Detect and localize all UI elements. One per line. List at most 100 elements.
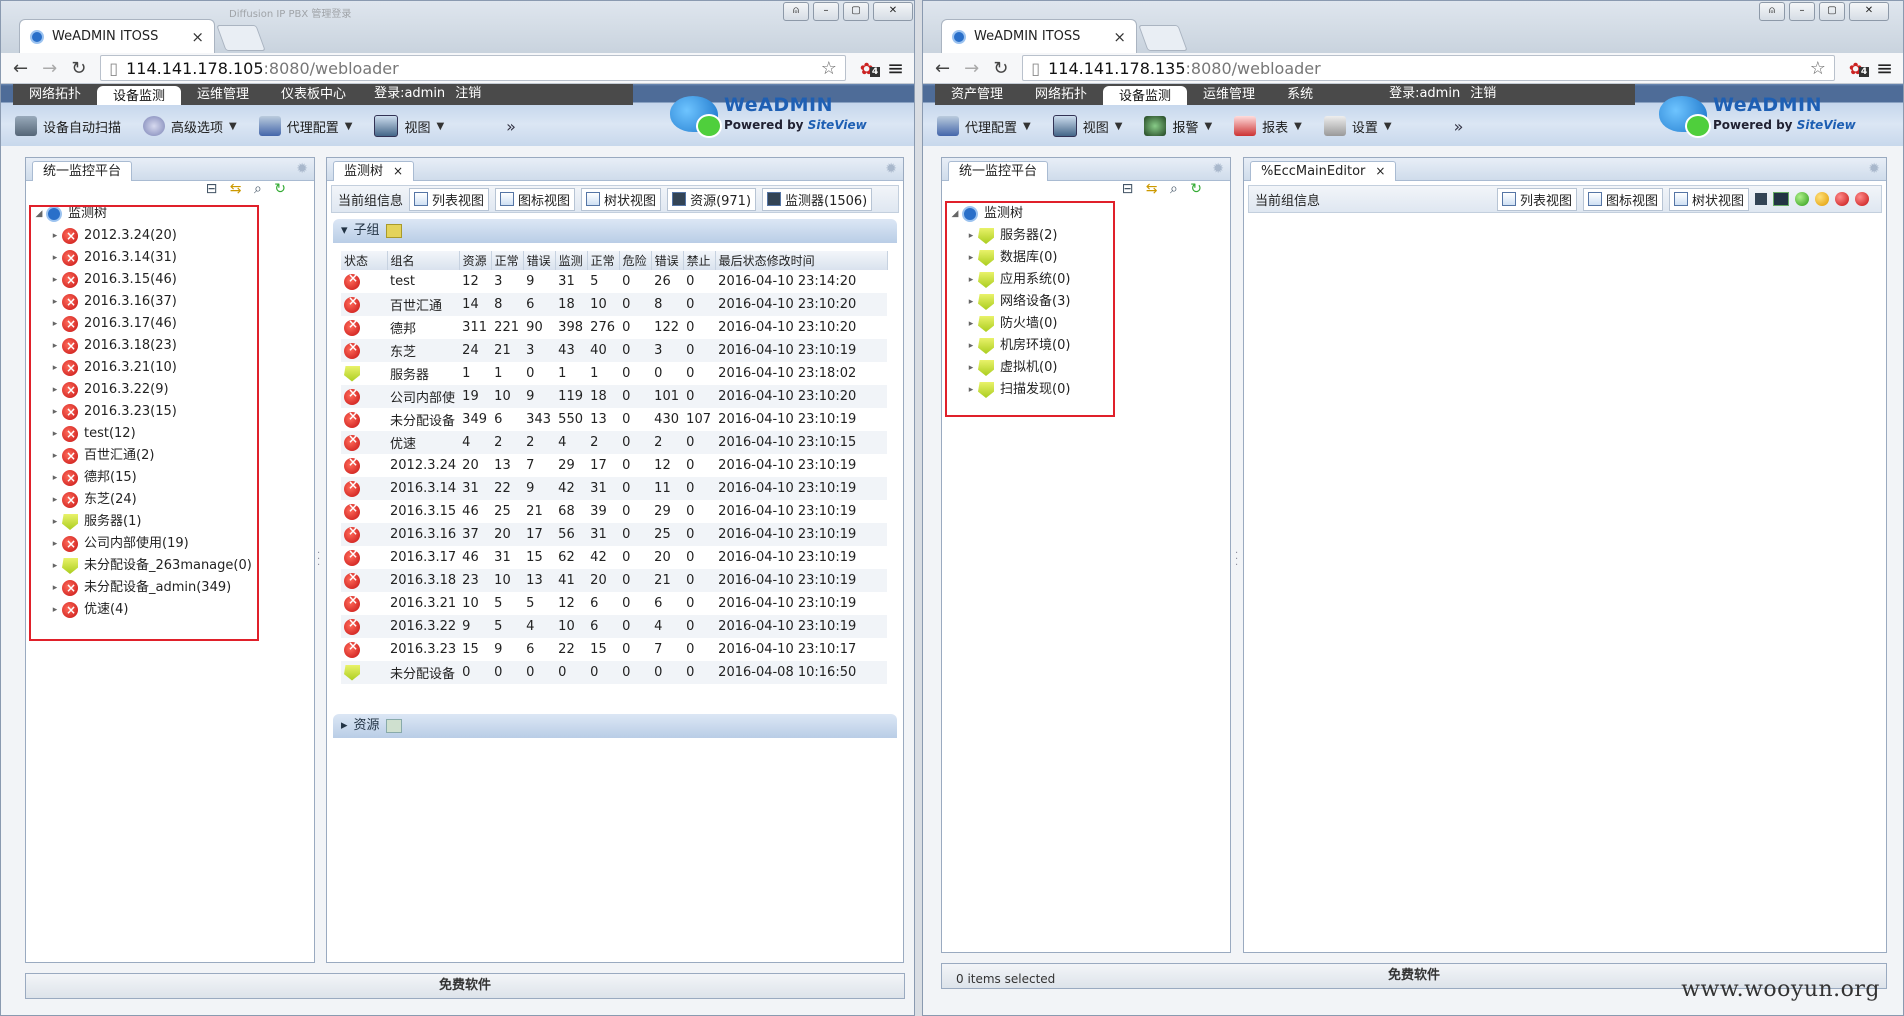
column-header[interactable]: 禁止 bbox=[683, 251, 716, 270]
browser-tab[interactable]: WeADMIN ITOSS × bbox=[941, 19, 1137, 53]
view-button[interactable]: 视图 ▼ bbox=[374, 115, 444, 137]
browser-tab[interactable]: WeADMIN ITOSS × bbox=[19, 19, 215, 53]
reload-icon[interactable]: ↻ bbox=[993, 58, 1008, 79]
column-header[interactable]: 状态 bbox=[341, 251, 388, 270]
nav-tab-topology[interactable]: 网络拓扑 bbox=[13, 84, 97, 105]
nav-tab-device-monitor[interactable]: 设备监测 bbox=[97, 86, 182, 105]
tree-node[interactable]: ▸ 应用系统(0) bbox=[948, 269, 1230, 291]
tree-node[interactable]: ▸ 2012.3.24(20) bbox=[32, 225, 314, 247]
tree-expander-icon[interactable]: ▸ bbox=[964, 379, 978, 401]
nav-tab-topology[interactable]: 网络拓扑 bbox=[1019, 84, 1103, 105]
tree-expander-icon[interactable]: ▸ bbox=[48, 423, 62, 445]
collapse-icon[interactable]: ⊟ bbox=[206, 181, 218, 197]
tree-expander-icon[interactable]: ▸ bbox=[48, 401, 62, 423]
tree-view-button[interactable]: 树状视图 bbox=[581, 187, 662, 211]
new-tab-button[interactable] bbox=[216, 25, 266, 51]
zoom-icon[interactable]: ⌕ bbox=[254, 181, 262, 197]
status-disabled-icon[interactable] bbox=[1855, 192, 1869, 206]
tree-node[interactable]: ▸ 防火墙(0) bbox=[948, 313, 1230, 335]
tree-expander-icon[interactable]: ▸ bbox=[48, 489, 62, 511]
list-view-button[interactable]: 列表视图 bbox=[409, 187, 490, 211]
icon-view-button[interactable]: 图标视图 bbox=[495, 187, 576, 211]
tree-node[interactable]: ▸ 机房环境(0) bbox=[948, 335, 1230, 357]
tree-expander-icon[interactable]: ▸ bbox=[48, 357, 62, 379]
extension-icon[interactable]: ✿ 4 bbox=[1849, 59, 1870, 78]
tree-expander-icon[interactable]: ▸ bbox=[48, 445, 62, 467]
bookmark-star-icon[interactable]: ☆ bbox=[821, 58, 837, 79]
nav-tab-dashboard[interactable]: 仪表板中心 bbox=[265, 84, 362, 105]
monitor-button[interactable]: 监测器(1506) bbox=[762, 187, 873, 211]
table-row[interactable]: 百世汇通148618100802016-04-10 23:10:20 bbox=[341, 293, 888, 316]
maximize-button[interactable]: ▢ bbox=[843, 2, 869, 21]
table-row[interactable]: 2012.3.24 20 13 7 29 17 0 12 0 2016-04-10 23:10:1… bbox=[341, 454, 887, 477]
table-row[interactable]: 2016.3.15 46 25 21 68 39 0 29 0 2016-04-10 23:10:… bbox=[341, 500, 887, 523]
splitter-handle[interactable]: · · · bbox=[317, 549, 320, 571]
table-row[interactable]: 东芝2421343400302016-04-10 23:10:19 bbox=[341, 339, 888, 362]
tree-node[interactable]: ▸ 公司内部使用(19) bbox=[32, 533, 314, 555]
panel-gear-icon[interactable]: ✹ bbox=[296, 161, 308, 177]
tab-close-icon[interactable]: × bbox=[191, 28, 204, 46]
status-ok-icon[interactable] bbox=[1795, 192, 1809, 206]
tree-expander-icon[interactable]: ▸ bbox=[48, 533, 62, 555]
tree-panel-tab[interactable]: 统一监控平台 bbox=[948, 161, 1049, 181]
tree-expander-icon[interactable]: ▸ bbox=[48, 335, 62, 357]
logout-link[interactable]: 注销 bbox=[1470, 86, 1496, 101]
column-header[interactable]: 正常 bbox=[587, 251, 620, 270]
url-input[interactable]: ▯ 114.141.178.135:8080/webloader ☆ bbox=[1022, 55, 1835, 81]
tree-expander-icon[interactable]: ▸ bbox=[964, 247, 978, 269]
nav-tab-operations[interactable]: 运维管理 bbox=[1187, 84, 1271, 105]
nav-tab-assets[interactable]: 资产管理 bbox=[935, 84, 1019, 105]
main-panel-tab[interactable]: 监测树 × bbox=[333, 161, 415, 181]
server-icon[interactable] bbox=[1755, 193, 1767, 205]
user-icon[interactable]: ⍝ bbox=[783, 2, 809, 21]
list-view-button[interactable]: 列表视图 bbox=[1496, 187, 1577, 211]
user-icon[interactable]: ⍝ bbox=[1759, 2, 1785, 21]
tree-node[interactable]: ▸ 数据库(0) bbox=[948, 247, 1230, 269]
tree-expander-icon[interactable]: ▸ bbox=[48, 313, 62, 335]
nav-tab-system[interactable]: 系统 bbox=[1271, 84, 1329, 105]
report-button[interactable]: 报表 ▼ bbox=[1234, 116, 1302, 136]
forward-arrow-icon[interactable]: → bbox=[42, 58, 57, 79]
table-row[interactable]: 2016.3.18231013412002102016-04-10 23:10:… bbox=[341, 569, 888, 592]
proxy-config-button[interactable]: 代理配置 ▼ bbox=[258, 116, 352, 136]
column-header[interactable]: 组名 bbox=[387, 251, 460, 270]
tree-node[interactable]: ▸ 2016.3.22(9) bbox=[32, 379, 314, 401]
advanced-options-button[interactable]: 高级选项 ▼ bbox=[143, 116, 237, 136]
tree-expander-icon[interactable]: ▸ bbox=[48, 599, 62, 621]
proxy-config-button[interactable]: 代理配置 ▼ bbox=[937, 116, 1031, 136]
swap-icon[interactable]: ⇆ bbox=[1146, 181, 1158, 197]
tree-expander-icon[interactable]: ▸ bbox=[48, 467, 62, 489]
reload-icon[interactable]: ↻ bbox=[71, 58, 86, 79]
auto-scan-button[interactable]: 设备自动扫描 bbox=[15, 116, 121, 136]
tree-root[interactable]: ◢ 监测树 bbox=[32, 203, 314, 225]
tree-panel-tab[interactable]: 统一监控平台 bbox=[32, 161, 133, 181]
column-header[interactable]: 资源 bbox=[459, 251, 492, 270]
tree-expander-icon[interactable]: ▸ bbox=[48, 291, 62, 313]
minimize-button[interactable]: – bbox=[1789, 2, 1815, 21]
tree-node[interactable]: ▸ 优速(4) bbox=[32, 599, 314, 621]
tree-node[interactable]: ▸ 服务器(2) bbox=[948, 225, 1230, 247]
tree-node[interactable]: ▸ 网络设备(3) bbox=[948, 291, 1230, 313]
refresh-icon[interactable]: ↻ bbox=[274, 181, 286, 197]
zoom-icon[interactable]: ⌕ bbox=[1170, 181, 1178, 197]
browser-menu-icon[interactable]: ≡ bbox=[1876, 56, 1893, 80]
logout-link[interactable]: 注销 bbox=[455, 86, 481, 101]
more-chevron-icon[interactable]: » bbox=[506, 117, 516, 136]
table-row[interactable]: 公司内部使1910911918010102016-04-10 23:10:20 bbox=[341, 385, 888, 408]
table-row[interactable]: 德邦 311 221 90 398 276 0 122 0 2016-04-10 23:10:20 bbox=[341, 316, 887, 339]
tree-expander-icon[interactable]: ▸ bbox=[48, 247, 62, 269]
new-tab-button[interactable] bbox=[1138, 25, 1188, 51]
column-header[interactable]: 危险 bbox=[619, 251, 652, 270]
tree-expander-icon[interactable]: ▸ bbox=[964, 269, 978, 291]
table-row[interactable]: 未分配设备 349 6 343 550 13 0 430 107 2016-04-10 23:10… bbox=[341, 408, 887, 431]
table-row[interactable]: 2016.3.229541060402016-04-10 23:10:19 bbox=[341, 615, 888, 638]
tree-expander-icon[interactable]: ▸ bbox=[964, 357, 978, 379]
splitter-handle[interactable]: · · · bbox=[1235, 549, 1238, 571]
back-arrow-icon[interactable]: ← bbox=[935, 58, 950, 79]
table-row[interactable]: test 12 3 9 31 5 0 26 0 2016-04-10 23:14:20 bbox=[341, 270, 887, 293]
tree-node[interactable]: ▸ 虚拟机(0) bbox=[948, 357, 1230, 379]
window-close-button[interactable]: ✕ bbox=[1849, 2, 1889, 21]
tree-node[interactable]: ▸ 2016.3.21(10) bbox=[32, 357, 314, 379]
table-row[interactable]: 2016.3.17 46 31 15 62 42 0 20 0 2016-04-10 23:10:… bbox=[341, 546, 887, 569]
tree-node[interactable]: ▸ 2016.3.23(15) bbox=[32, 401, 314, 423]
